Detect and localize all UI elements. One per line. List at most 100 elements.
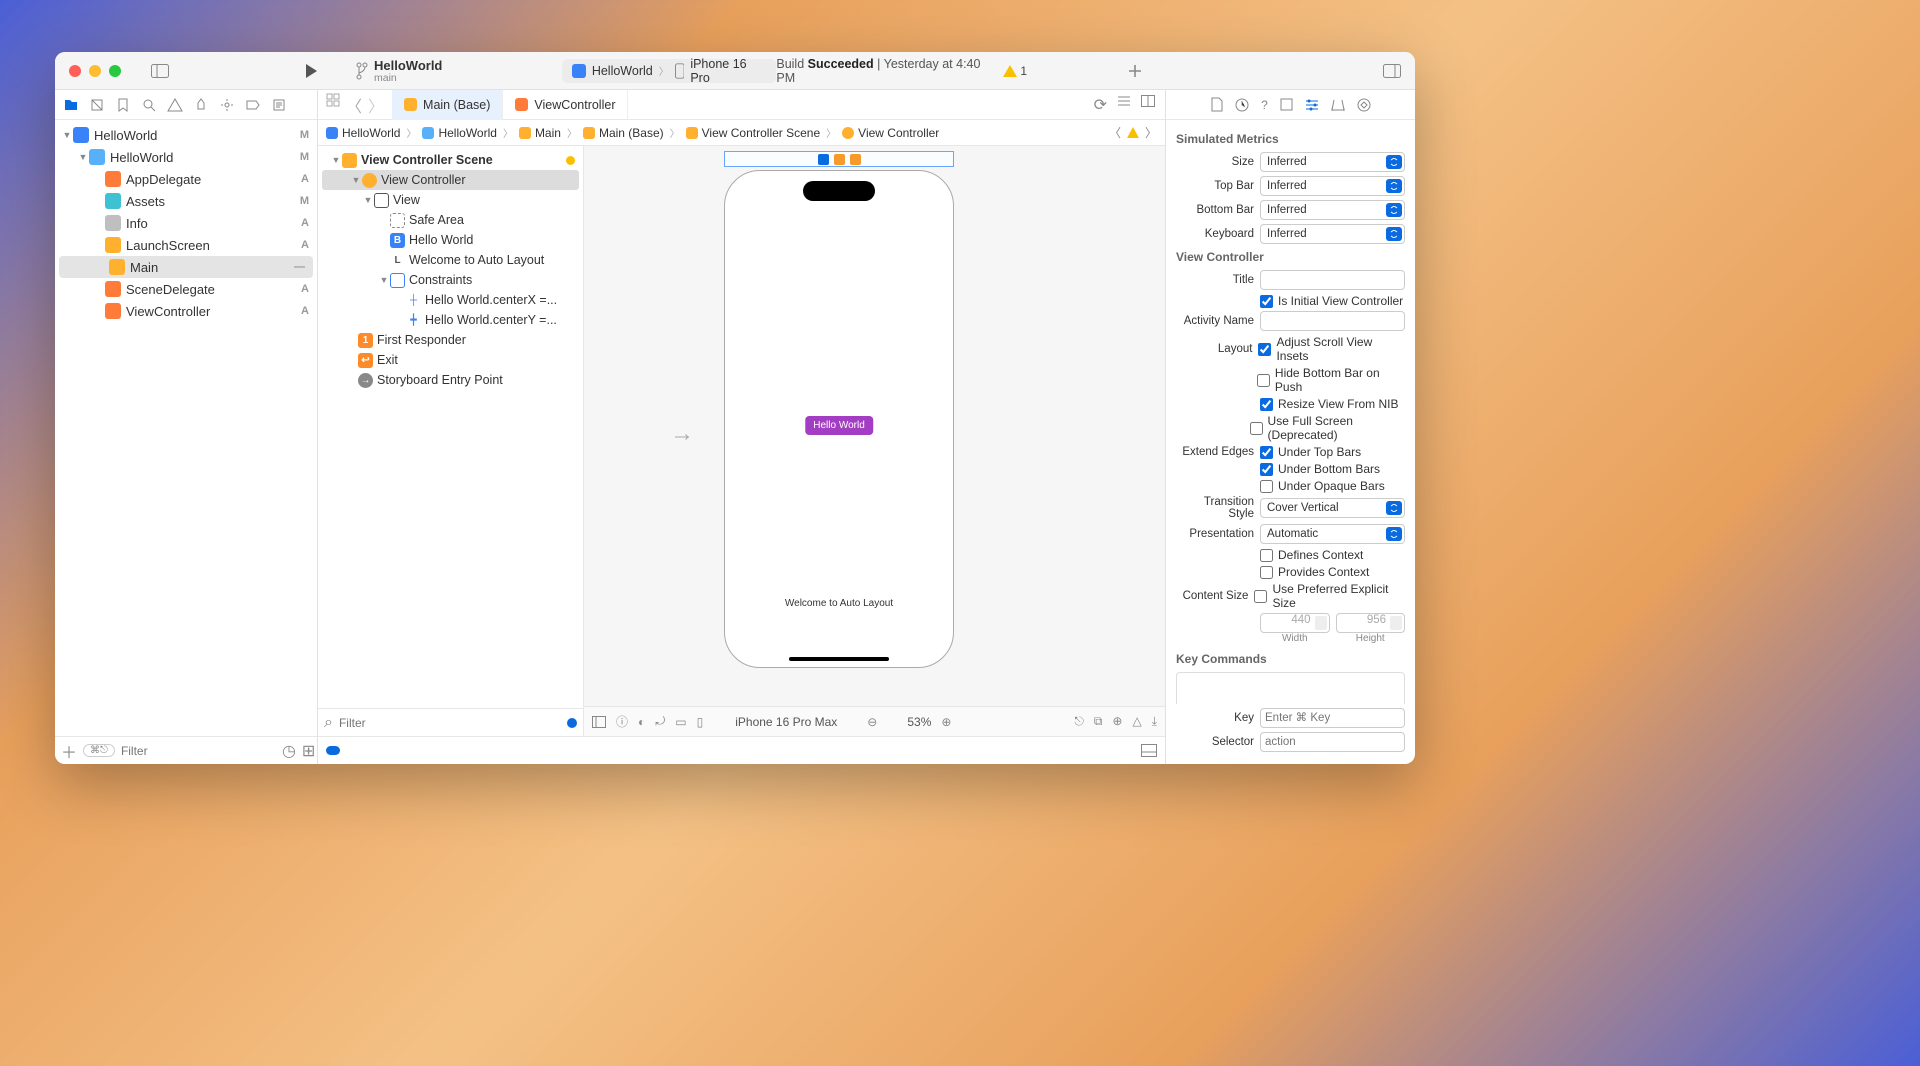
identity-inspector-icon[interactable] [1280, 98, 1293, 111]
source-control-navigator-icon[interactable] [89, 97, 105, 113]
is-initial-checkbox[interactable] [1260, 295, 1273, 308]
add-editor-icon[interactable] [1141, 95, 1155, 115]
first-responder-dock-icon[interactable] [834, 154, 845, 165]
resize-nib-checkbox[interactable] [1260, 398, 1273, 411]
bookmark-navigator-icon[interactable] [115, 97, 131, 113]
selector-input[interactable] [1260, 732, 1405, 752]
size-select[interactable]: Inferred [1260, 152, 1405, 172]
under-bottom-checkbox[interactable] [1260, 463, 1273, 476]
align-icon[interactable]: ⎋ [1074, 714, 1084, 729]
device-name[interactable]: iPhone 16 Pro Max [735, 715, 837, 729]
issue-navigator-icon[interactable] [167, 97, 183, 113]
library-button[interactable] [1127, 63, 1143, 79]
inspector-toggle-icon[interactable] [1383, 64, 1401, 78]
nav-back-icon[interactable]: 〈 [1109, 124, 1121, 141]
hide-bottom-checkbox[interactable] [1257, 374, 1270, 387]
file-row[interactable]: AppDelegateA [55, 168, 317, 190]
appearance-icon[interactable]: ◐ [638, 715, 645, 729]
orientation-icon[interactable]: ⤾ [655, 714, 665, 729]
vc-row[interactable]: ▼View Controller [322, 170, 579, 190]
label-row[interactable]: LWelcome to Auto Layout [318, 250, 583, 270]
vc-dock-icon[interactable] [818, 154, 829, 165]
filter-icon[interactable]: ⌕ [324, 714, 333, 732]
filter-input[interactable] [121, 744, 276, 758]
ib-canvas[interactable]: → Hello World Welcome to Auto Layout [584, 146, 1165, 706]
adjust-insets-checkbox[interactable] [1258, 343, 1271, 356]
file-inspector-icon[interactable] [1210, 97, 1223, 112]
file-row[interactable]: InfoA [55, 212, 317, 234]
adjust-editor-icon[interactable] [1117, 95, 1131, 115]
bottombar-select[interactable]: Inferred [1260, 200, 1405, 220]
accessibility-icon[interactable]: ⓘ [616, 713, 628, 730]
zoom-in-icon[interactable]: ⊕ [941, 715, 951, 729]
keyboard-select[interactable]: Inferred [1260, 224, 1405, 244]
height-input[interactable]: 956 [1336, 613, 1406, 633]
related-items-icon[interactable] [326, 93, 340, 117]
group-folder[interactable]: ▼ HelloWorldM [55, 146, 317, 168]
exit-row[interactable]: ↩Exit [318, 350, 583, 370]
tab-viewcontroller[interactable]: ViewController [503, 90, 628, 120]
device-preview[interactable]: Hello World Welcome to Auto Layout [724, 170, 954, 668]
zoom-icon[interactable] [109, 65, 121, 77]
pin-icon[interactable]: ⊕ [1112, 714, 1122, 729]
keycmd-list[interactable] [1176, 672, 1405, 704]
connections-inspector-icon[interactable] [1357, 98, 1371, 112]
first-responder-row[interactable]: 1First Responder [318, 330, 583, 350]
debug-navigator-icon[interactable] [219, 97, 235, 113]
provides-context-checkbox[interactable] [1260, 566, 1273, 579]
breakpoint-toggle[interactable] [326, 746, 340, 755]
entry-row[interactable]: →Storyboard Entry Point [318, 370, 583, 390]
explicit-size-checkbox[interactable] [1254, 590, 1267, 603]
scm-branch-block[interactable]: HelloWorld main [356, 58, 442, 84]
file-row[interactable]: AssetsM [55, 190, 317, 212]
minimize-icon[interactable] [89, 65, 101, 77]
button-row[interactable]: BHello World [318, 230, 583, 250]
warning-icon[interactable] [1127, 127, 1139, 138]
stepper-icon[interactable] [1315, 616, 1327, 630]
tab-main[interactable]: Main (Base) [392, 90, 503, 120]
file-row-selected[interactable]: Main— [59, 256, 313, 278]
warning-badge[interactable]: 1 [1003, 64, 1027, 78]
defines-context-checkbox[interactable] [1260, 549, 1273, 562]
run-button[interactable] [304, 63, 318, 79]
device-icon[interactable]: ▯ [697, 715, 704, 729]
size-inspector-icon[interactable] [1331, 99, 1345, 111]
key-input[interactable] [1260, 708, 1405, 728]
zoom-out-icon[interactable]: ⊖ [867, 715, 877, 729]
constraints-row[interactable]: ▼Constraints [318, 270, 583, 290]
constraint-row[interactable]: ┼Hello World.centerX =... [318, 290, 583, 310]
nav-forward-icon[interactable]: 〉 [1145, 124, 1157, 141]
sidebar-toggle-icon[interactable] [151, 64, 169, 78]
file-row[interactable]: SceneDelegateA [55, 278, 317, 300]
history-inspector-icon[interactable] [1235, 98, 1249, 112]
zoom-value[interactable]: 53% [907, 715, 931, 729]
scene-row[interactable]: ▼View Controller Scene [318, 150, 583, 170]
refresh-icon[interactable]: ⟳ [1094, 95, 1107, 115]
under-opaque-checkbox[interactable] [1260, 480, 1273, 493]
scheme-selector[interactable]: HelloWorld 〉 iPhone 16 Pro [562, 59, 776, 83]
project-root[interactable]: ▼ HelloWorldM [55, 124, 317, 146]
add-icon[interactable]: ＋ [61, 739, 77, 763]
stepper-icon[interactable] [1390, 616, 1402, 630]
debug-area-toggle-icon[interactable] [1141, 744, 1157, 757]
view-row[interactable]: ▼View [318, 190, 583, 210]
outline-toggle-icon[interactable] [592, 716, 606, 728]
stack-icon[interactable]: ⧉ [1094, 714, 1103, 729]
topbar-select[interactable]: Inferred [1260, 176, 1405, 196]
width-input[interactable]: 440 [1260, 613, 1330, 633]
title-input[interactable] [1260, 270, 1405, 290]
filter-scope-icon[interactable]: ⌘⎋ [83, 744, 115, 757]
safearea-row[interactable]: Safe Area [318, 210, 583, 230]
transition-select[interactable]: Cover Vertical [1260, 498, 1405, 518]
test-navigator-icon[interactable] [193, 97, 209, 113]
layout-icon[interactable]: ▭ [675, 715, 686, 729]
breakpoint-navigator-icon[interactable] [245, 97, 261, 113]
file-row[interactable]: LaunchScreenA [55, 234, 317, 256]
jump-bar[interactable]: HelloWorld〉 HelloWorld〉 Main〉 Main (Base… [318, 120, 1165, 146]
close-icon[interactable] [69, 65, 81, 77]
help-inspector-icon[interactable]: ? [1261, 98, 1268, 112]
scm-filter-icon[interactable]: ⊞ [302, 741, 315, 761]
report-navigator-icon[interactable] [271, 97, 287, 113]
attributes-inspector-icon[interactable] [1305, 99, 1319, 111]
embed-icon[interactable]: ⤓ [1152, 714, 1157, 729]
